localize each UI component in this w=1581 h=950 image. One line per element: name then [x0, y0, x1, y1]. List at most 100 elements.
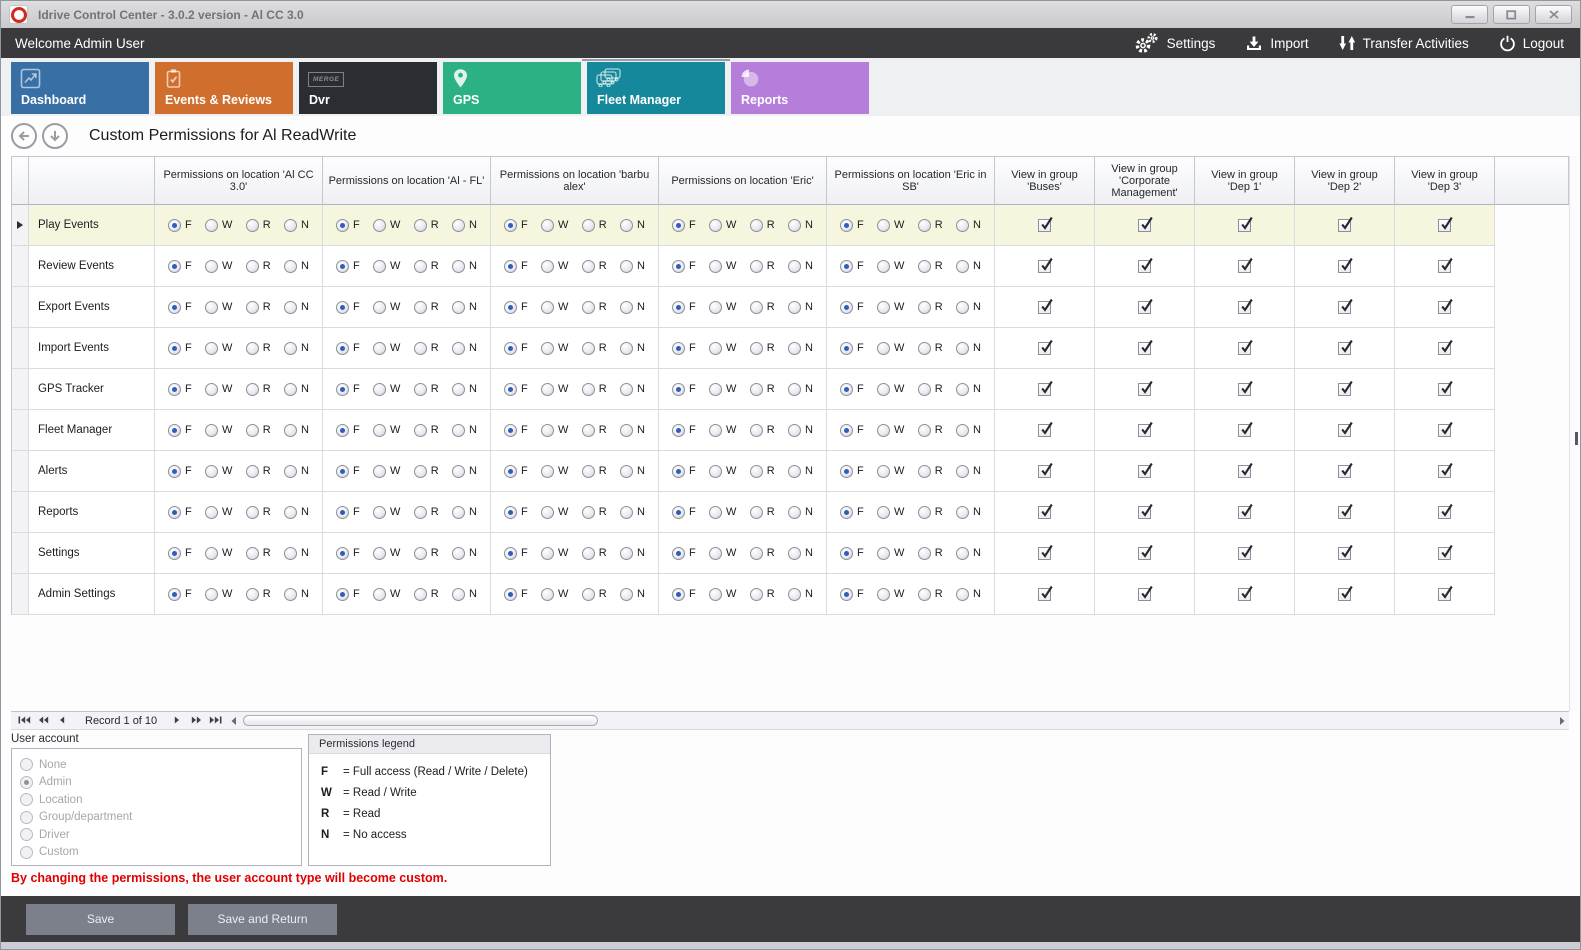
radio-icon[interactable]: [788, 588, 801, 601]
radio-icon[interactable]: [788, 424, 801, 437]
settings-button[interactable]: Settings: [1133, 32, 1216, 55]
radio-icon[interactable]: [284, 219, 297, 232]
radio-option-f[interactable]: F: [336, 465, 360, 478]
group-checkbox[interactable]: [1438, 260, 1451, 273]
radio-icon[interactable]: [620, 219, 633, 232]
radio-icon[interactable]: [246, 547, 259, 560]
radio-option-r[interactable]: R: [750, 588, 775, 601]
radio-option-w[interactable]: W: [709, 219, 736, 232]
radio-option-w[interactable]: W: [877, 506, 904, 519]
radio-option-w[interactable]: W: [205, 219, 232, 232]
radio-option-w[interactable]: W: [373, 506, 400, 519]
logout-button[interactable]: Logout: [1499, 35, 1564, 52]
table-row-reports[interactable]: ReportsFWRNFWRNFWRNFWRNFWRN: [11, 492, 1495, 533]
radio-option-n[interactable]: N: [452, 301, 477, 314]
radio-option-f[interactable]: F: [672, 465, 696, 478]
group-checkbox[interactable]: [1038, 219, 1051, 232]
radio-option-n[interactable]: N: [452, 547, 477, 560]
radio-option-r[interactable]: R: [246, 588, 271, 601]
radio-icon[interactable]: [750, 424, 763, 437]
radio-option-f[interactable]: F: [840, 506, 864, 519]
radio-icon[interactable]: [205, 342, 218, 355]
radio-icon[interactable]: [541, 219, 554, 232]
tab-reports[interactable]: Reports: [731, 62, 869, 114]
group-checkbox[interactable]: [1138, 383, 1151, 396]
radio-icon[interactable]: [205, 506, 218, 519]
radio-icon[interactable]: [284, 301, 297, 314]
radio-option-n[interactable]: N: [956, 588, 981, 601]
radio-option-f[interactable]: F: [840, 588, 864, 601]
close-button[interactable]: [1535, 5, 1572, 24]
radio-icon[interactable]: [373, 506, 386, 519]
radio-icon[interactable]: [672, 547, 685, 560]
radio-option-w[interactable]: W: [373, 465, 400, 478]
save-return-button[interactable]: Save and Return: [188, 904, 337, 935]
radio-icon[interactable]: [284, 383, 297, 396]
radio-icon[interactable]: [709, 588, 722, 601]
radio-option-f[interactable]: F: [840, 547, 864, 560]
radio-option-n[interactable]: N: [452, 424, 477, 437]
scroll-left-icon[interactable]: [230, 716, 237, 726]
radio-icon[interactable]: [373, 424, 386, 437]
group-checkbox[interactable]: [1338, 424, 1351, 437]
tab-fleet-manager[interactable]: Fleet Manager: [587, 62, 725, 114]
radio-option-f[interactable]: F: [504, 465, 528, 478]
radio-option-r[interactable]: R: [918, 465, 943, 478]
radio-option-w[interactable]: W: [205, 342, 232, 355]
radio-option-f[interactable]: F: [840, 465, 864, 478]
radio-icon[interactable]: [284, 506, 297, 519]
pager-previous-button[interactable]: [54, 714, 70, 727]
radio-icon[interactable]: [582, 547, 595, 560]
radio-option-f[interactable]: F: [504, 301, 528, 314]
group-checkbox[interactable]: [1338, 506, 1351, 519]
radio-icon[interactable]: [918, 260, 931, 273]
radio-icon[interactable]: [504, 588, 517, 601]
radio-icon[interactable]: [246, 465, 259, 478]
radio-icon[interactable]: [504, 219, 517, 232]
radio-option-n[interactable]: N: [788, 301, 813, 314]
radio-option-r[interactable]: R: [750, 301, 775, 314]
tab-gps[interactable]: GPS: [443, 62, 581, 114]
radio-icon[interactable]: [709, 424, 722, 437]
radio-icon[interactable]: [452, 219, 465, 232]
radio-option-f[interactable]: F: [672, 424, 696, 437]
radio-icon[interactable]: [452, 260, 465, 273]
radio-option-f[interactable]: F: [336, 383, 360, 396]
horizontal-scrollbar-thumb[interactable]: [243, 715, 598, 726]
radio-option-n[interactable]: N: [452, 506, 477, 519]
radio-icon[interactable]: [840, 260, 853, 273]
group-checkbox[interactable]: [1438, 547, 1451, 560]
radio-option-r[interactable]: R: [750, 219, 775, 232]
radio-icon[interactable]: [840, 424, 853, 437]
radio-option-n[interactable]: N: [956, 424, 981, 437]
group-checkbox[interactable]: [1338, 588, 1351, 601]
radio-option-w[interactable]: W: [877, 588, 904, 601]
radio-icon[interactable]: [582, 219, 595, 232]
group-checkbox[interactable]: [1438, 383, 1451, 396]
radio-icon[interactable]: [246, 260, 259, 273]
radio-icon[interactable]: [620, 465, 633, 478]
radio-option-r[interactable]: R: [246, 260, 271, 273]
radio-icon[interactable]: [956, 424, 969, 437]
radio-icon[interactable]: [414, 260, 427, 273]
radio-icon[interactable]: [205, 301, 218, 314]
group-checkbox[interactable]: [1338, 219, 1351, 232]
radio-icon[interactable]: [788, 219, 801, 232]
radio-icon[interactable]: [20, 846, 33, 859]
radio-icon[interactable]: [284, 424, 297, 437]
radio-option-r[interactable]: R: [750, 547, 775, 560]
radio-option-f[interactable]: F: [840, 424, 864, 437]
radio-icon[interactable]: [373, 383, 386, 396]
radio-icon[interactable]: [336, 260, 349, 273]
radio-option-w[interactable]: W: [541, 342, 568, 355]
radio-option-n[interactable]: N: [788, 342, 813, 355]
radio-option-r[interactable]: R: [414, 465, 439, 478]
radio-icon[interactable]: [284, 260, 297, 273]
radio-icon[interactable]: [956, 465, 969, 478]
radio-icon[interactable]: [504, 506, 517, 519]
radio-icon[interactable]: [918, 424, 931, 437]
radio-option-f[interactable]: F: [168, 301, 192, 314]
radio-icon[interactable]: [373, 219, 386, 232]
group-checkbox[interactable]: [1138, 342, 1151, 355]
radio-icon[interactable]: [672, 301, 685, 314]
